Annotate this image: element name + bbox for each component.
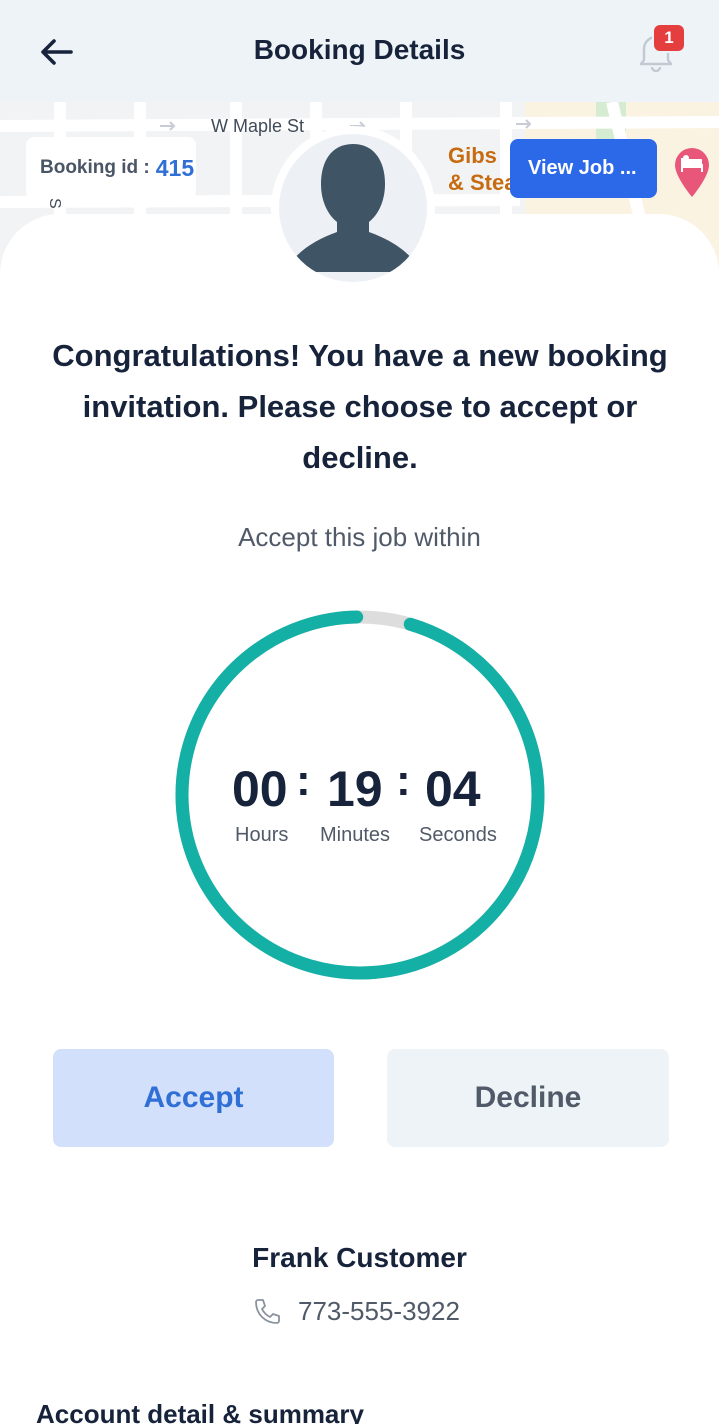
hotel-pin-icon[interactable] — [672, 146, 712, 200]
minutes-value: 19 — [327, 761, 383, 817]
hours-label: Hours — [235, 824, 289, 846]
customer-phone-link[interactable]: 773-555-3922 — [252, 1294, 460, 1328]
timer-caption: Accept this job within — [238, 522, 481, 552]
seconds-label: Seconds — [419, 824, 497, 846]
poi-label-line2: & Stea — [448, 170, 517, 195]
time-readout: 00 : 19 : 04 — [170, 756, 550, 820]
invitation-message: Congratulations! You have a new booking … — [52, 338, 668, 475]
minutes-label: Minutes — [320, 824, 391, 846]
booking-id-label: Booking id : — [40, 157, 150, 178]
app-header: Booking Details 1 — [0, 0, 719, 102]
decline-button[interactable]: Decline — [387, 1049, 669, 1147]
seconds-value: 04 — [425, 761, 481, 817]
side-street-label: S — [46, 198, 63, 209]
hours-value: 00 — [232, 761, 288, 817]
customer-name: Frank Customer — [252, 1242, 467, 1273]
accept-button[interactable]: Accept — [53, 1049, 334, 1147]
page-title: Booking Details — [253, 34, 466, 65]
poi-label-line1: Gibs — [448, 143, 497, 168]
time-separator: : — [396, 756, 411, 805]
view-job-button[interactable]: View Job ... — [510, 139, 657, 198]
time-separator: : — [296, 756, 311, 805]
booking-id-chip: Booking id : 415 — [26, 137, 196, 199]
booking-details-screen: Booking Details 1 S W Maple St Gibs & St… — [0, 0, 719, 1424]
phone-icon — [255, 1299, 280, 1324]
countdown-timer: 00 : 19 : 04 Hours Minutes Seconds — [170, 604, 550, 986]
account-summary-title: Account detail & summary — [36, 1399, 364, 1424]
user-avatar-icon — [285, 144, 421, 272]
avatar — [279, 134, 427, 282]
customer-phone: 773-555-3922 — [298, 1295, 460, 1326]
booking-id-value: 415 — [155, 154, 195, 181]
notification-badge: 1 — [654, 25, 684, 51]
avatar-frame — [271, 126, 435, 290]
